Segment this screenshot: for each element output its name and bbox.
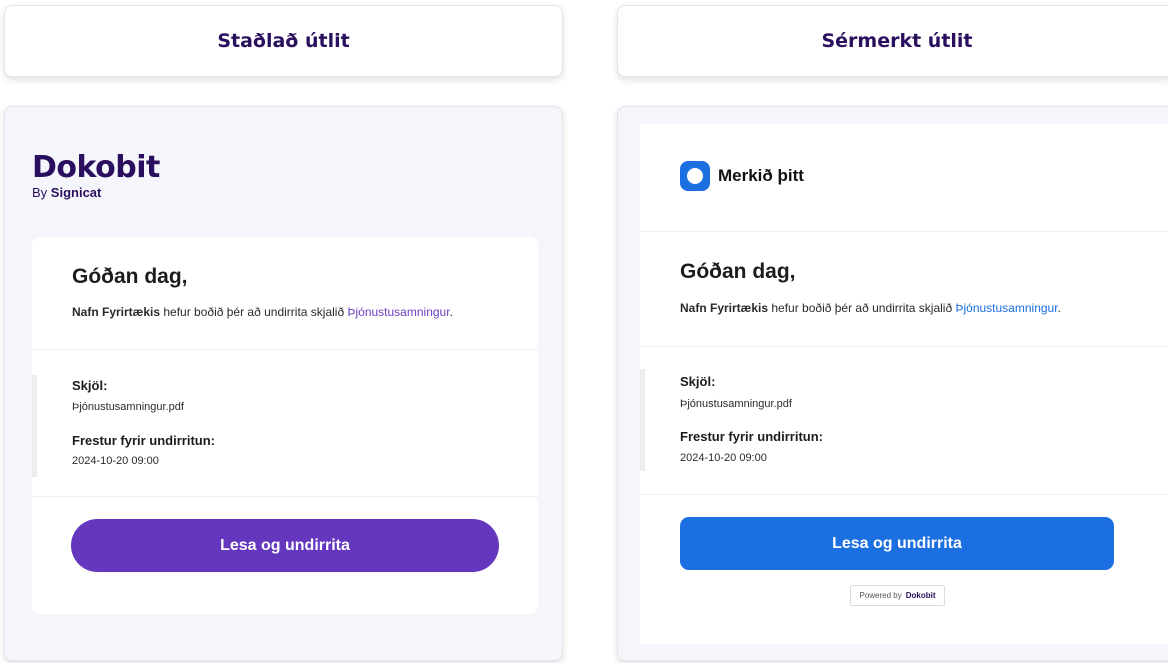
branded-layout-title: Sérmerkt útlit <box>821 30 973 52</box>
deadline-label: Frestur fyrir undirritun: <box>680 429 824 444</box>
invite-text: Nafn Fyrirtækis hefur boðið þér að undir… <box>680 301 1061 315</box>
powered-by-badge[interactable]: Powered by Dokobit <box>850 585 945 606</box>
standard-layout-header: Staðlað útlit <box>4 5 563 77</box>
document-link[interactable]: Þjónustusamningur <box>347 305 449 319</box>
company-name: Nafn Fyrirtækis <box>72 305 161 319</box>
deadline-label: Frestur fyrir undirritun: <box>72 433 216 448</box>
read-and-sign-button[interactable]: Lesa og undirrita <box>680 517 1114 570</box>
info-accent-bar <box>640 369 645 471</box>
divider <box>640 346 1168 347</box>
document-file: Þjónustusamningur.pdf <box>72 401 184 413</box>
branded-email-preview: Merkið þitt Góðan dag, Nafn Fyrirtækis h… <box>617 106 1168 661</box>
documents-label: Skjöl: <box>680 374 716 389</box>
standard-email-preview: Dokobit By Signicat Góðan dag, Nafn Fyri… <box>4 106 563 661</box>
document-link[interactable]: Þjónustusamningur <box>955 301 1057 315</box>
read-and-sign-button[interactable]: Lesa og undirrita <box>71 519 499 572</box>
divider <box>640 231 1168 232</box>
company-name: Nafn Fyrirtækis <box>680 301 769 315</box>
info-accent-bar <box>32 375 37 477</box>
invite-text: Nafn Fyrirtækis hefur boðið þér að undir… <box>72 305 453 319</box>
powered-by-brand: Dokobit <box>905 591 936 600</box>
documents-label: Skjöl: <box>72 378 108 393</box>
deadline-value: 2024-10-20 09:00 <box>680 452 767 464</box>
divider <box>640 494 1168 495</box>
dokobit-logo: Dokobit By Signicat <box>32 152 160 201</box>
by-signicat-line: By Signicat <box>32 185 102 200</box>
dokobit-wordmark: Dokobit <box>32 150 160 185</box>
greeting: Góðan dag, <box>72 265 188 288</box>
standard-layout-title: Staðlað útlit <box>217 30 350 52</box>
email-body-card: Góðan dag, Nafn Fyrirtækis hefur boðið þ… <box>32 237 538 614</box>
divider <box>32 496 538 497</box>
branded-layout-header: Sérmerkt útlit <box>617 5 1168 77</box>
brand-logo: Merkið þitt <box>680 161 804 191</box>
greeting: Góðan dag, <box>680 260 796 283</box>
document-file: Þjónustusamningur.pdf <box>680 398 792 410</box>
deadline-value: 2024-10-20 09:00 <box>72 455 159 467</box>
powered-by-label: Powered by <box>859 591 902 600</box>
email-body-card: Merkið þitt Góðan dag, Nafn Fyrirtækis h… <box>640 124 1168 644</box>
divider <box>32 349 538 350</box>
brand-name: Merkið þitt <box>718 166 804 185</box>
rounded-square-circle-icon <box>680 161 710 191</box>
